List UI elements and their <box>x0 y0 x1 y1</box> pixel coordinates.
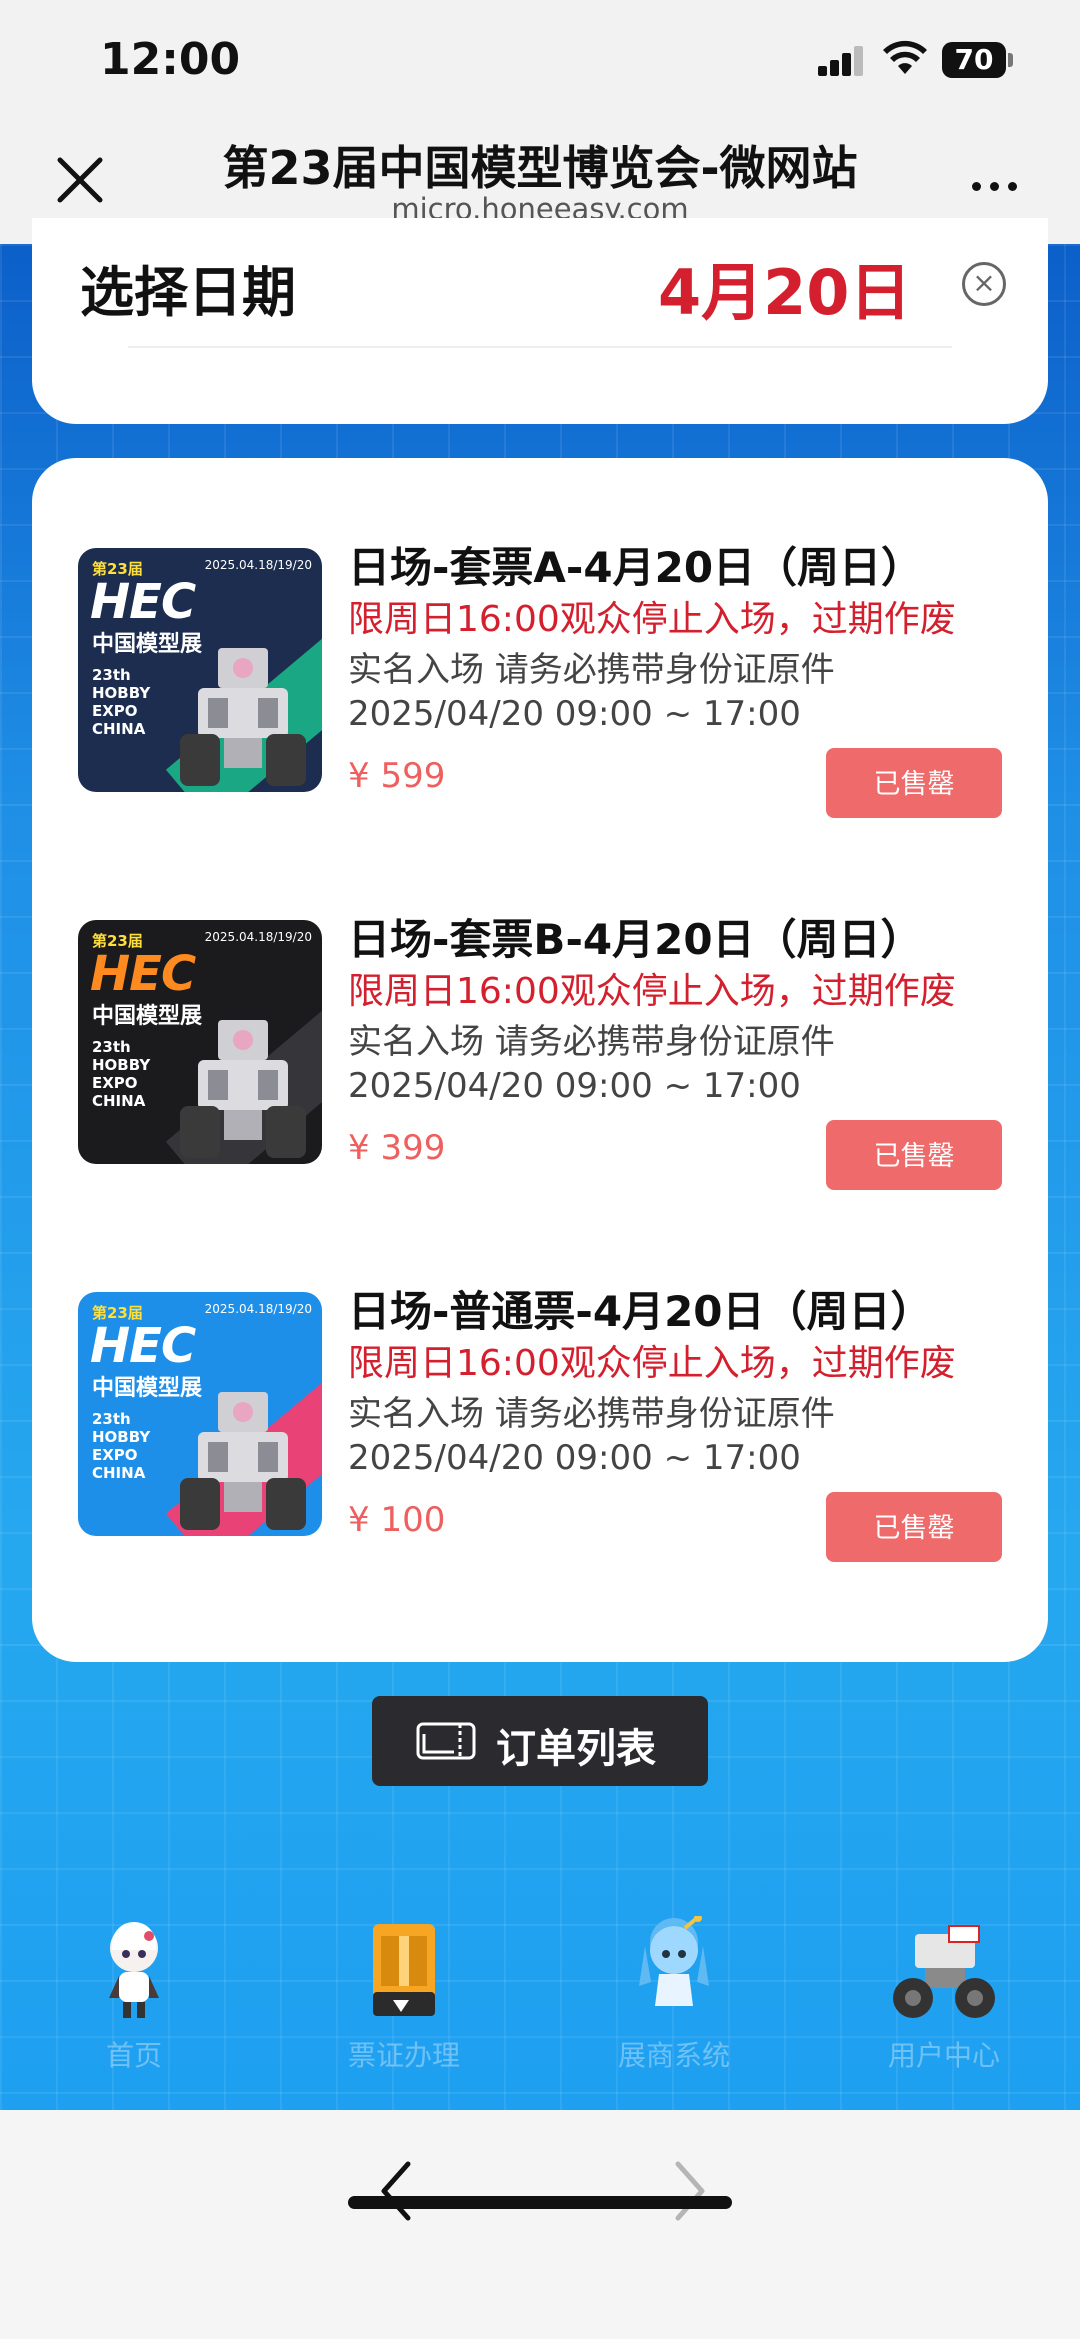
wifi-icon <box>883 40 927 74</box>
tab-ticket-label: 票证办理 <box>347 2039 460 2072</box>
robot-vehicle-icon <box>893 1925 995 2018</box>
selected-date[interactable]: 4月20日 <box>658 242 911 332</box>
poster-date: 2025.04.18/19/20 <box>204 930 312 944</box>
3d-printer-icon <box>373 1924 435 2016</box>
ticket-price: ¥ 599 <box>348 756 446 796</box>
order-list-label: 订单列表 <box>496 1726 656 1772</box>
ticket-time: 2025/04/20 09:00 ~ 17:00 <box>348 1438 801 1478</box>
poster-en-title: 23th HOBBY EXPO CHINA <box>92 1410 151 1482</box>
poster-logo: HEC <box>90 1318 196 1374</box>
ticket-warning: 限周日16:00观众停止入场，过期作废 <box>348 971 956 1012</box>
ticket-title: 日场-套票A-4月20日（周日） <box>348 543 924 592</box>
tab-user-center-label: 用户中心 <box>887 2039 1000 2072</box>
ticket-warning: 限周日16:00观众停止入场，过期作废 <box>348 1343 956 1384</box>
tab-exhibitor[interactable]: 展商系统 <box>584 1914 764 2074</box>
tab-ticket[interactable]: 票证办理 <box>314 1916 494 2074</box>
ticket-title: 日场-套票B-4月20日（周日） <box>348 915 923 964</box>
sold-out-button[interactable]: 已售罄 <box>826 748 1002 818</box>
poster-date: 2025.04.18/19/20 <box>204 558 312 572</box>
poster-en-title: 23th HOBBY EXPO CHINA <box>92 666 151 738</box>
ticket-item[interactable]: 第23届 2025.04.18/19/20 HEC 中国模型展 23th HOBB… <box>32 458 1048 818</box>
tab-home[interactable]: 首页 <box>44 1916 224 2074</box>
back-icon[interactable] <box>372 2156 422 2226</box>
robot-illustration <box>180 648 306 786</box>
home-indicator <box>348 2196 732 2209</box>
cellular-signal-icon <box>818 44 864 76</box>
poster-logo: HEC <box>90 574 196 630</box>
tab-home-label: 首页 <box>105 2039 162 2072</box>
content-area: 选择日期 4月20日 × 第23届 2025.04.18/19/20 HEC 中… <box>0 218 1080 2110</box>
ticket-time: 2025/04/20 09:00 ~ 17:00 <box>348 694 801 734</box>
close-icon[interactable] <box>52 152 108 208</box>
poster-date: 2025.04.18/19/20 <box>204 1302 312 1316</box>
tab-user-center[interactable]: 用户中心 <box>854 1916 1034 2074</box>
sold-out-button[interactable]: 已售罄 <box>826 1492 1002 1562</box>
poster-en-title: 23th HOBBY EXPO CHINA <box>92 1038 151 1110</box>
tab-exhibitor-label: 展商系统 <box>617 2039 730 2072</box>
ticket-item[interactable]: 第23届 2025.04.18/19/20 HEC 中国模型展 23th HOBB… <box>32 830 1048 1190</box>
more-options-icon[interactable] <box>972 176 1026 195</box>
date-selector-card: 选择日期 4月20日 × <box>32 218 1048 424</box>
order-list-button[interactable]: 订单列表 <box>372 1696 708 1786</box>
robot-illustration <box>180 1392 306 1530</box>
ticket-title: 日场-普通票-4月20日（周日） <box>348 1287 933 1336</box>
ticket-info: 实名入场 请务必携带身份证原件 <box>348 1022 835 1062</box>
date-label: 选择日期 <box>80 261 296 324</box>
forward-icon[interactable] <box>664 2156 714 2226</box>
robot-illustration <box>180 1020 306 1158</box>
ticket-poster-image: 第23届 2025.04.18/19/20 HEC 中国模型展 23th HOBB… <box>78 920 322 1164</box>
page-title: 第23届中国模型博览会-微网站 <box>222 141 858 195</box>
ticket-poster-image: 第23届 2025.04.18/19/20 HEC 中国模型展 23th HOBB… <box>78 1292 322 1536</box>
poster-cn-title: 中国模型展 <box>92 632 203 657</box>
clear-date-icon[interactable]: × <box>962 262 1006 306</box>
ticket-icon <box>416 1722 476 1760</box>
poster-cn-title: 中国模型展 <box>92 1004 203 1029</box>
ticket-item[interactable]: 第23届 2025.04.18/19/20 HEC 中国模型展 23th HOBB… <box>32 1202 1048 1562</box>
battery-icon: 70 <box>942 42 1006 78</box>
exhibitor-mascot-icon <box>639 1914 709 2006</box>
ticket-price: ¥ 100 <box>348 1500 446 1540</box>
browser-nav-bar <box>0 2110 1080 2339</box>
home-mascot-icon <box>109 1922 159 2018</box>
poster-cn-title: 中国模型展 <box>92 1376 203 1401</box>
divider <box>128 346 952 348</box>
ticket-price: ¥ 399 <box>348 1128 446 1168</box>
ticket-time: 2025/04/20 09:00 ~ 17:00 <box>348 1066 801 1106</box>
status-time: 12:00 <box>100 34 241 85</box>
sold-out-button[interactable]: 已售罄 <box>826 1120 1002 1190</box>
poster-logo: HEC <box>90 946 196 1002</box>
ticket-warning: 限周日16:00观众停止入场，过期作废 <box>348 599 956 640</box>
ticket-list-card: 第23届 2025.04.18/19/20 HEC 中国模型展 23th HOBB… <box>32 458 1048 1662</box>
ticket-info: 实名入场 请务必携带身份证原件 <box>348 650 835 690</box>
ticket-poster-image: 第23届 2025.04.18/19/20 HEC 中国模型展 23th HOBB… <box>78 548 322 792</box>
battery-tip <box>1008 53 1013 67</box>
top-bar: 12:00 70 第23届中国模型博览会-微网站 micro.honeeasy.… <box>0 0 1080 244</box>
ticket-info: 实名入场 请务必携带身份证原件 <box>348 1394 835 1434</box>
